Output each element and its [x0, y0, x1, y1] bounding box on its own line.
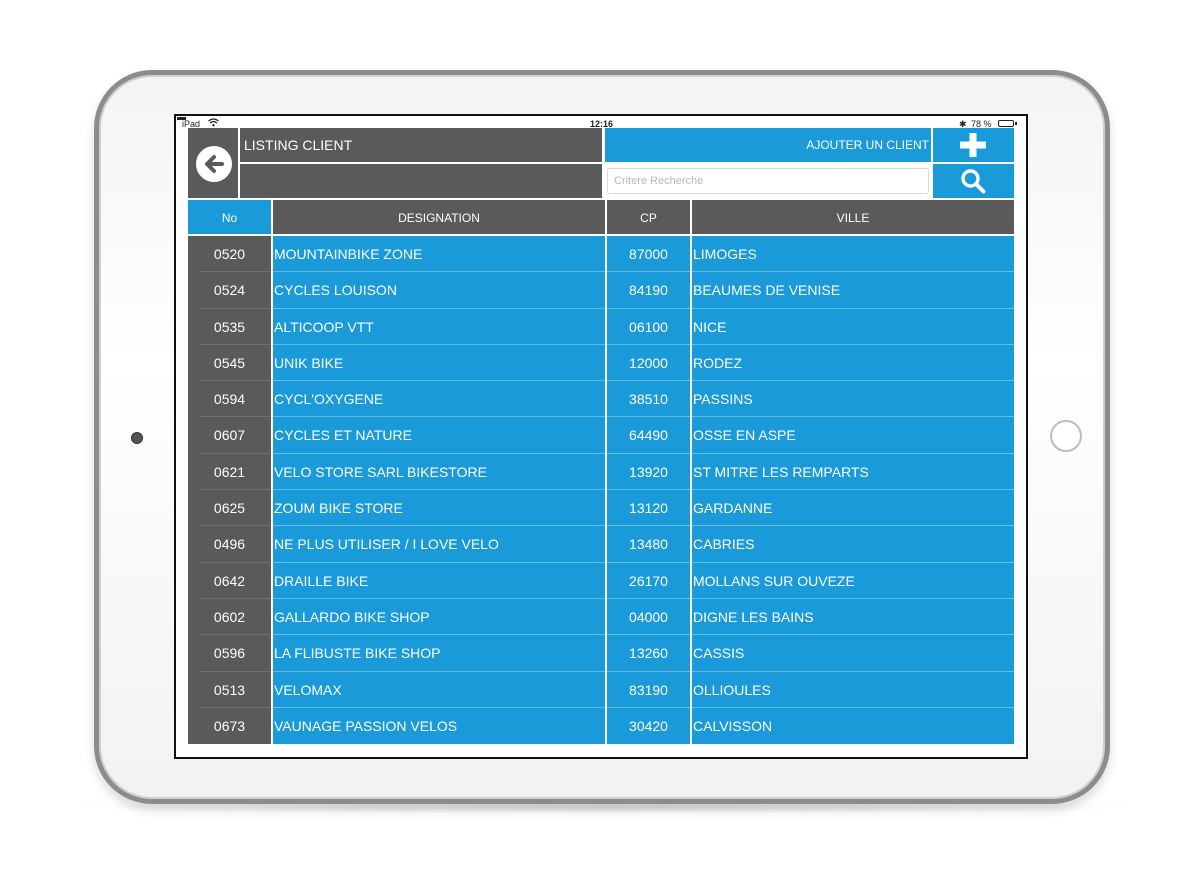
client-designation: DRAILLE BIKE: [273, 562, 605, 599]
client-designation: UNIK BIKE: [273, 344, 605, 382]
client-designation: GALLARDO BIKE SHOP: [273, 598, 605, 636]
column-header-ville[interactable]: VILLE: [692, 200, 1014, 234]
client-city: NICE: [692, 308, 1014, 345]
search-field-container: [605, 164, 931, 198]
client-number: 0520: [188, 236, 271, 273]
client-number: 0513: [188, 671, 271, 708]
client-postal-code: 13120: [607, 490, 690, 527]
table-row[interactable]: 0594 CYCL'OXYGENE 38510 PASSINS: [188, 381, 1014, 418]
client-city: OLLIOULES: [692, 671, 1014, 708]
client-postal-code: 13920: [607, 453, 690, 491]
client-designation: NE PLUS UTILISER / I LOVE VELO: [273, 526, 605, 563]
client-postal-code: 26170: [607, 562, 690, 599]
table-row[interactable]: 0621 VELO STORE SARL BIKESTORE 13920 ST MIT…: [188, 453, 1014, 491]
table-row[interactable]: 0602 GALLARDO BIKE SHOP 04000 DIGNE LES BAI…: [188, 598, 1014, 636]
client-designation: CYCLES LOUISON: [273, 272, 605, 309]
table-row[interactable]: 0535 ALTICOOP VTT 06100 NICE: [188, 308, 1014, 345]
client-designation: LA FLIBUSTE BIKE SHOP: [273, 635, 605, 672]
add-client-label[interactable]: AJOUTER UN CLIENT: [605, 128, 931, 162]
client-designation: VELO STORE SARL BIKESTORE: [273, 453, 605, 491]
app-screen: iPad 12:16 ✱ 78 % LISTING CLIENT AJOUTER…: [174, 114, 1028, 759]
client-number: 0524: [188, 272, 271, 309]
client-city: BEAUMES DE VENISE: [692, 272, 1014, 309]
client-postal-code: 12000: [607, 344, 690, 382]
client-number: 0621: [188, 453, 271, 491]
client-postal-code: 84190: [607, 272, 690, 309]
client-postal-code: 64490: [607, 417, 690, 454]
client-city: CABRIES: [692, 526, 1014, 563]
client-number: 0496: [188, 526, 271, 563]
magnifier-icon: [961, 169, 986, 194]
battery-level: [177, 117, 187, 120]
client-table-body: 0520 MOUNTAINBIKE ZONE 87000 LIMOGES 0524 CYC…: [188, 236, 1014, 745]
client-number: 0642: [188, 562, 271, 599]
client-postal-code: 13260: [607, 635, 690, 672]
plus-icon: [960, 133, 986, 157]
search-button[interactable]: [933, 164, 1014, 198]
client-number: 0673: [188, 707, 271, 745]
client-city: LIMOGES: [692, 236, 1014, 273]
client-number: 0545: [188, 344, 271, 382]
client-designation: VELOMAX: [273, 671, 605, 708]
column-header-no[interactable]: No: [188, 200, 271, 234]
client-number: 0594: [188, 381, 271, 418]
table-row[interactable]: 0545 UNIK BIKE 12000 RODEZ: [188, 344, 1014, 382]
page-title: LISTING CLIENT: [240, 128, 602, 162]
table-row[interactable]: 0524 CYCLES LOUISON 84190 BEAUMES DE VENISE: [188, 272, 1014, 309]
client-designation: CYCLES ET NATURE: [273, 417, 605, 454]
client-designation: VAUNAGE PASSION VELOS: [273, 707, 605, 745]
table-row[interactable]: 0596 LA FLIBUSTE BIKE SHOP 13260 CASSIS: [188, 635, 1014, 672]
client-postal-code: 06100: [607, 308, 690, 345]
table-row[interactable]: 0673 VAUNAGE PASSION VELOS 30420 CALVISSON: [188, 707, 1014, 745]
home-button[interactable]: [1050, 420, 1082, 452]
client-city: GARDANNE: [692, 490, 1014, 527]
client-city: MOLLANS SUR OUVEZE: [692, 562, 1014, 599]
client-city: ST MITRE LES REMPARTS: [692, 453, 1014, 491]
client-city: OSSE EN ASPE: [692, 417, 1014, 454]
client-designation: CYCL'OXYGENE: [273, 381, 605, 418]
table-row[interactable]: 0625 ZOUM BIKE STORE 13120 GARDANNE: [188, 490, 1014, 527]
client-designation: ZOUM BIKE STORE: [273, 490, 605, 527]
table-row[interactable]: 0607 CYCLES ET NATURE 64490 OSSE EN ASPE: [188, 417, 1014, 454]
client-postal-code: 38510: [607, 381, 690, 418]
client-postal-code: 87000: [607, 236, 690, 273]
client-designation: ALTICOOP VTT: [273, 308, 605, 345]
client-number: 0607: [188, 417, 271, 454]
search-input[interactable]: [607, 168, 929, 194]
table-row[interactable]: 0520 MOUNTAINBIKE ZONE 87000 LIMOGES: [188, 236, 1014, 273]
client-city: PASSINS: [692, 381, 1014, 418]
client-postal-code: 13480: [607, 526, 690, 563]
column-header-cp[interactable]: CP: [607, 200, 690, 234]
client-designation: MOUNTAINBIKE ZONE: [273, 236, 605, 273]
client-city: CASSIS: [692, 635, 1014, 672]
table-row[interactable]: 0642 DRAILLE BIKE 26170 MOLLANS SUR OUVEZE: [188, 562, 1014, 599]
client-number: 0535: [188, 308, 271, 345]
client-number: 0596: [188, 635, 271, 672]
front-camera: [131, 432, 143, 444]
add-client-button[interactable]: [933, 128, 1014, 162]
client-postal-code: 30420: [607, 707, 690, 745]
client-city: RODEZ: [692, 344, 1014, 382]
client-city: DIGNE LES BAINS: [692, 598, 1014, 636]
client-number: 0602: [188, 598, 271, 636]
column-header-designation[interactable]: DESIGNATION: [273, 200, 605, 234]
back-button[interactable]: [188, 128, 238, 198]
client-city: CALVISSON: [692, 707, 1014, 745]
table-row[interactable]: 0513 VELOMAX 83190 OLLIOULES: [188, 671, 1014, 708]
client-postal-code: 83190: [607, 671, 690, 708]
client-postal-code: 04000: [607, 598, 690, 636]
client-number: 0625: [188, 490, 271, 527]
battery-tip: [1015, 122, 1017, 125]
table-row[interactable]: 0496 NE PLUS UTILISER / I LOVE VELO 13480 C…: [188, 526, 1014, 563]
battery-icon: [998, 120, 1014, 127]
back-arrow-icon: [194, 144, 234, 184]
page-subtitle: [240, 164, 602, 198]
